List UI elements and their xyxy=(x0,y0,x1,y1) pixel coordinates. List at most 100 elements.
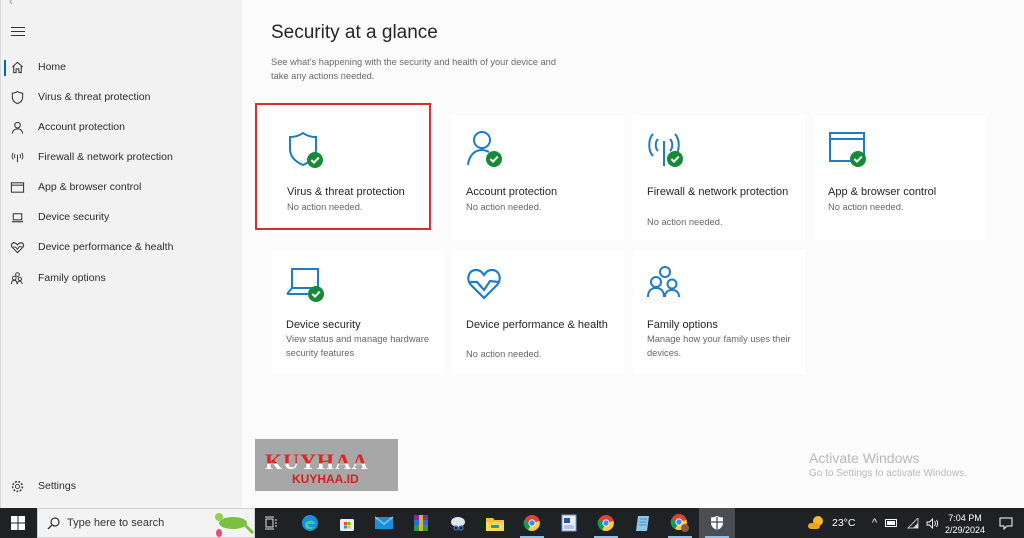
chrome-icon xyxy=(523,515,540,531)
card-family-options[interactable]: Family options Manage how your family us… xyxy=(633,250,805,374)
mail-icon xyxy=(375,516,393,529)
heart-pulse-icon xyxy=(10,242,25,254)
card-status: No action needed. xyxy=(466,202,542,212)
heart-pulse-icon xyxy=(467,268,501,300)
activate-message: Go to Settings to activate Windows. xyxy=(809,468,967,479)
taskbar-chrome[interactable] xyxy=(514,508,550,538)
winrar-icon xyxy=(414,515,428,531)
card-status: View status and manage hardware security… xyxy=(286,334,429,358)
tray-icons: ^ xyxy=(872,508,940,538)
sidebar-item-family[interactable]: Family options xyxy=(1,264,243,294)
document-icon xyxy=(561,514,577,532)
search-icon xyxy=(47,517,60,530)
card-status: No action needed. xyxy=(287,202,363,212)
taskbar-winrar[interactable] xyxy=(403,508,439,538)
back-button[interactable]: ‹ xyxy=(9,0,21,8)
weather-sun-cloud-icon xyxy=(808,516,823,529)
activate-title: Activate Windows xyxy=(809,450,920,466)
chrome-profile-icon xyxy=(670,514,689,532)
card-account-protection[interactable]: Account protection No action needed. xyxy=(452,115,624,240)
snipping-tool-icon xyxy=(451,517,465,531)
kuyhaa-watermark: KUYHAA KUYHAA.ID xyxy=(255,439,398,491)
card-title: Firewall & network protection xyxy=(647,186,789,198)
shield-icon xyxy=(289,131,323,168)
card-title: Device security xyxy=(286,319,361,331)
sidebar-item-label: Device performance & health xyxy=(38,241,174,253)
taskbar-chrome-2[interactable] xyxy=(588,508,624,538)
sidebar-item-device-performance[interactable]: Device performance & health xyxy=(1,233,243,263)
sidebar-item-label: Home xyxy=(38,61,67,73)
folder-icon xyxy=(486,517,504,531)
sidebar-item-device-security[interactable]: Device security xyxy=(1,203,243,233)
sidebar-item-label: Firewall & network protection xyxy=(38,151,173,163)
taskbar-search-box[interactable]: Type here to search xyxy=(37,508,255,538)
card-title: App & browser control xyxy=(828,186,937,198)
sidebar: ‹ Home Virus & threat protection Account… xyxy=(0,0,242,508)
page-subtitle: See what's happening with the security a… xyxy=(271,57,556,81)
windows-logo-icon xyxy=(11,516,25,530)
taskbar-word-document[interactable] xyxy=(551,508,587,538)
notification-center-button[interactable] xyxy=(999,508,1013,538)
family-icon xyxy=(10,272,23,285)
weather-temperature: 23°C xyxy=(832,517,856,529)
hamburger-icon[interactable] xyxy=(11,27,25,37)
taskbar-edge[interactable] xyxy=(292,508,328,538)
taskbar-clock[interactable]: 7:04 PM 2/29/2024 xyxy=(940,512,990,536)
sidebar-item-label: Settings xyxy=(38,480,76,492)
card-title: Family options xyxy=(647,319,718,331)
taskbar-windows-security[interactable] xyxy=(699,508,735,538)
sidebar-item-settings[interactable]: Settings xyxy=(1,472,243,502)
taskbar-chrome-profile[interactable] xyxy=(662,508,698,538)
notification-icon xyxy=(999,517,1013,530)
search-placeholder: Type here to search xyxy=(67,517,165,529)
browser-window-icon xyxy=(10,182,25,193)
card-device-performance[interactable]: Device performance & health No action ne… xyxy=(452,250,624,374)
wifi-antenna-icon xyxy=(11,152,24,163)
taskbar-microsoft-store[interactable] xyxy=(329,508,365,538)
taskbar-snipping-tool[interactable] xyxy=(440,508,476,538)
card-status: No action needed. xyxy=(647,217,723,227)
card-status: No action needed. xyxy=(466,349,542,359)
card-app-browser[interactable]: App & browser control No action needed. xyxy=(814,115,986,240)
shield-icon xyxy=(11,90,24,105)
task-view-icon xyxy=(265,516,277,530)
taskbar-notepad[interactable] xyxy=(625,508,661,538)
card-status: Manage how your family uses their device… xyxy=(647,334,791,358)
family-icon xyxy=(647,266,680,298)
network-wifi-icon[interactable] xyxy=(907,517,919,529)
sidebar-item-label: Family options xyxy=(38,272,106,284)
taskbar-file-explorer[interactable] xyxy=(477,508,513,538)
sidebar-item-label: App & browser control xyxy=(38,181,142,193)
sidebar-item-home[interactable]: Home xyxy=(1,53,243,83)
start-button[interactable] xyxy=(0,508,36,538)
sidebar-item-app-browser[interactable]: App & browser control xyxy=(1,173,243,203)
card-title: Device performance & health xyxy=(466,319,608,331)
sidebar-item-label: Account protection xyxy=(38,121,125,133)
wifi-antenna-icon xyxy=(648,133,683,167)
show-hidden-icons-chevron-icon[interactable]: ^ xyxy=(872,517,877,529)
sidebar-item-label: Virus & threat protection xyxy=(38,91,151,103)
weather-widget[interactable]: 23°C xyxy=(807,508,855,538)
laptop-icon xyxy=(11,213,24,223)
sidebar-item-firewall[interactable]: Firewall & network protection xyxy=(1,143,243,173)
volume-speaker-icon[interactable] xyxy=(926,517,940,529)
sidebar-item-virus-threat[interactable]: Virus & threat protection xyxy=(1,83,243,113)
store-icon xyxy=(340,519,354,531)
activate-windows-notice: Activate Windows Go to Settings to activ… xyxy=(809,450,967,479)
sidebar-item-account[interactable]: Account protection xyxy=(1,113,243,143)
browser-window-icon xyxy=(829,132,866,167)
battery-icon[interactable] xyxy=(885,519,898,527)
gear-icon xyxy=(11,480,24,493)
card-title: Virus & threat protection xyxy=(287,186,405,198)
card-virus-threat[interactable]: Virus & threat protection No action need… xyxy=(255,103,431,230)
home-icon xyxy=(11,61,24,74)
task-view-button[interactable] xyxy=(253,508,289,538)
card-firewall[interactable]: Firewall & network protection No action … xyxy=(633,115,805,240)
watermark-url: KUYHAA.ID xyxy=(292,472,359,486)
windows-security-shield-icon xyxy=(711,516,723,530)
taskbar-mail[interactable] xyxy=(366,508,402,538)
card-device-security[interactable]: Device security View status and manage h… xyxy=(272,250,444,374)
active-indicator xyxy=(4,60,6,76)
card-title: Account protection xyxy=(466,186,558,198)
page-title: Security at a glance xyxy=(271,22,438,43)
